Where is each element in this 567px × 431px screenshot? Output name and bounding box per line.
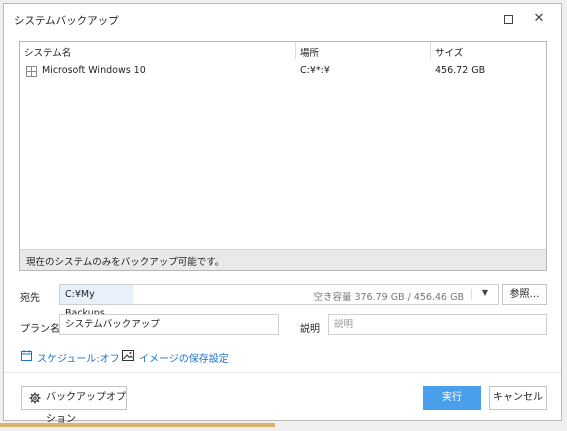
- column-header-location[interactable]: 場所: [300, 45, 319, 59]
- column-header-system-name[interactable]: システム名: [24, 45, 71, 59]
- title-bar: システムバックアップ ✕: [4, 4, 561, 34]
- table-row[interactable]: Microsoft Windows 10 C:¥*:¥ 456.72 GB: [20, 62, 546, 80]
- image-save-settings-link[interactable]: イメージの保存設定: [139, 350, 229, 365]
- system-table: システム名 場所 サイズ Microsoft Windows 10 C:¥*:¥…: [19, 41, 547, 271]
- plan-name-label: プラン名: [20, 324, 60, 335]
- close-icon: ✕: [533, 11, 545, 26]
- table-footer: 現在のシステムのみをバックアップ可能です。: [20, 249, 546, 270]
- cancel-button[interactable]: キャンセル: [489, 386, 547, 410]
- table-footer-note: 現在のシステムのみをバックアップ可能です。: [26, 257, 225, 268]
- system-backup-dialog: システムバックアップ ✕ システム名 場所 サイズ Microsoft Wind…: [3, 3, 562, 425]
- system-name-cell: Microsoft Windows 10: [42, 65, 146, 76]
- destination-selector[interactable]: C:¥My Backups 空き容量 376.79 GB / 456.46 GB…: [59, 284, 499, 319]
- maximize-icon: [503, 15, 513, 24]
- background-strip: [0, 423, 275, 427]
- description-label: 説明: [300, 324, 320, 335]
- table-header: システム名 場所 サイズ: [20, 42, 546, 59]
- image-icon: [122, 350, 134, 361]
- backup-options-button[interactable]: バックアップオプション: [21, 386, 127, 425]
- size-cell: 456.72 GB: [435, 65, 486, 76]
- footer-divider: [4, 372, 561, 373]
- location-cell: C:¥*:¥: [300, 65, 330, 76]
- windows-icon: [26, 66, 37, 77]
- column-header-size[interactable]: サイズ: [435, 45, 463, 59]
- gear-icon: [29, 392, 41, 404]
- maximize-button[interactable]: [500, 11, 516, 27]
- dropdown-divider: [471, 289, 472, 300]
- plan-name-field[interactable]: システムバックアップ: [59, 314, 279, 335]
- column-divider[interactable]: [430, 42, 431, 59]
- calendar-icon: [21, 350, 32, 361]
- run-button[interactable]: 実行: [423, 386, 481, 410]
- column-divider[interactable]: [295, 42, 296, 59]
- destination-path: C:¥My Backups: [60, 285, 133, 319]
- schedule-link[interactable]: スケジュール:オフ: [37, 350, 120, 365]
- close-button[interactable]: ✕: [531, 11, 547, 27]
- destination-label: 宛先: [20, 293, 40, 304]
- chevron-down-icon[interactable]: ▼: [482, 288, 488, 297]
- window-title: システムバックアップ: [14, 15, 119, 27]
- description-field[interactable]: 説明: [328, 314, 547, 335]
- browse-button[interactable]: 参照…: [502, 284, 547, 305]
- destination-free-space: 空き容量 376.79 GB / 456.46 GB: [313, 292, 464, 303]
- backup-options-label: バックアップオプション: [46, 392, 126, 425]
